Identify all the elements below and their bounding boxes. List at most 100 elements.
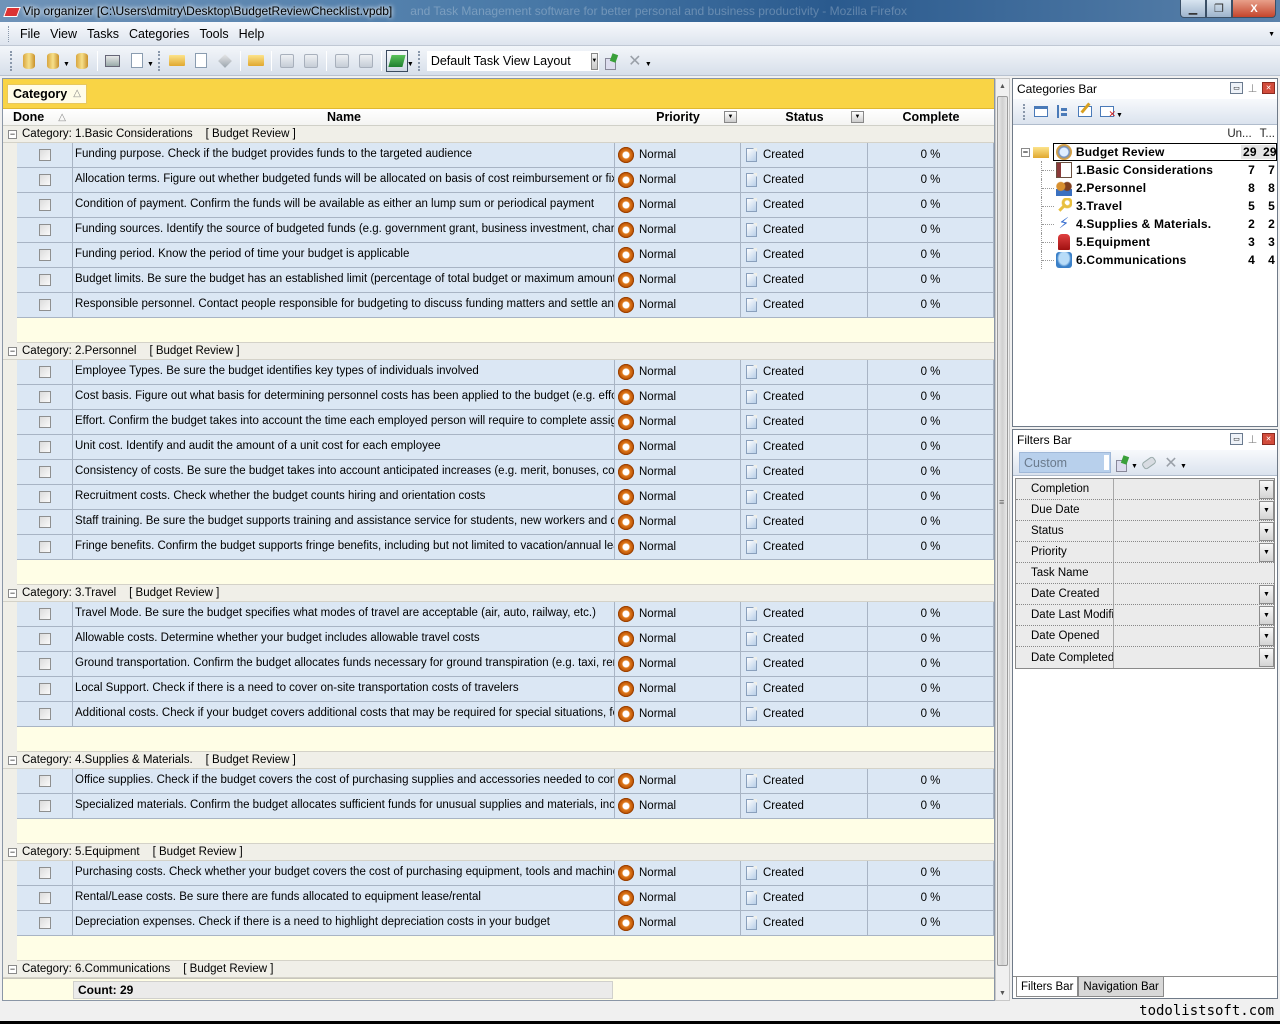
done-checkbox[interactable] bbox=[38, 249, 51, 261]
complete-cell[interactable]: 0 % bbox=[868, 460, 994, 484]
pin-icon[interactable]: ⊥ bbox=[1246, 433, 1259, 446]
edit-task-button[interactable] bbox=[190, 50, 212, 72]
filter-value-field[interactable] bbox=[1114, 647, 1274, 668]
done-checkbox[interactable] bbox=[38, 917, 51, 929]
done-checkbox[interactable] bbox=[38, 224, 51, 236]
move-bottom-button[interactable] bbox=[331, 50, 353, 72]
category-node[interactable]: 5.Equipment 3 3 bbox=[1041, 233, 1277, 251]
task-row[interactable]: Additional costs. Check if your budget c… bbox=[17, 702, 994, 727]
chevron-down-icon[interactable]: ▼ bbox=[1259, 606, 1274, 625]
priority-cell[interactable]: Normal bbox=[615, 243, 741, 267]
status-cell[interactable]: Created bbox=[741, 769, 868, 793]
task-name-cell[interactable]: Funding sources. Identify the source of … bbox=[73, 218, 615, 242]
task-name-cell[interactable]: Funding period. Know the period of time … bbox=[73, 243, 615, 267]
task-name-cell[interactable]: Specialized materials. Confirm the budge… bbox=[73, 794, 615, 818]
move-up-button[interactable] bbox=[300, 50, 322, 72]
collapse-icon[interactable]: − bbox=[8, 755, 17, 765]
done-checkbox[interactable] bbox=[38, 391, 51, 403]
complete-cell[interactable]: 0 % bbox=[868, 268, 994, 292]
status-cell[interactable]: Created bbox=[741, 485, 868, 509]
priority-cell[interactable]: Normal bbox=[615, 652, 741, 676]
collapse-icon[interactable]: − bbox=[1021, 147, 1030, 157]
priority-cell[interactable]: Normal bbox=[615, 410, 741, 434]
status-cell[interactable]: Created bbox=[741, 677, 868, 701]
complete-cell[interactable]: 0 % bbox=[868, 485, 994, 509]
show-completed-dropdown-icon[interactable]: ▼ bbox=[407, 61, 414, 68]
print-preview-button[interactable] bbox=[126, 50, 148, 72]
chevron-down-icon[interactable]: ▼ bbox=[1259, 501, 1274, 520]
complete-cell[interactable]: 0 % bbox=[868, 243, 994, 267]
float-panel-button[interactable]: ▭ bbox=[1230, 82, 1243, 94]
priority-cell[interactable]: Normal bbox=[615, 485, 741, 509]
close-panel-button[interactable]: ✕ bbox=[1262, 82, 1275, 94]
column-header-complete[interactable]: Complete bbox=[868, 109, 994, 125]
complete-cell[interactable]: 0 % bbox=[868, 861, 994, 885]
task-name-cell[interactable]: Employee Types. Be sure the budget ident… bbox=[73, 360, 615, 384]
apply-filter-dropdown-icon[interactable]: ▼ bbox=[1131, 463, 1138, 470]
close-button[interactable]: X bbox=[1232, 0, 1276, 18]
collapse-icon[interactable]: − bbox=[8, 129, 17, 139]
task-row[interactable]: Recruitment costs. Check whether the bud… bbox=[17, 485, 994, 510]
done-checkbox[interactable] bbox=[38, 149, 51, 161]
complete-cell[interactable]: 0 % bbox=[868, 168, 994, 192]
category-node[interactable]: 3.Travel 5 5 bbox=[1041, 197, 1277, 215]
priority-cell[interactable]: Normal bbox=[615, 861, 741, 885]
column-header-status[interactable]: Status ▼ bbox=[741, 109, 868, 125]
collapse-icon[interactable]: − bbox=[8, 588, 17, 598]
priority-cell[interactable]: Normal bbox=[615, 769, 741, 793]
status-cell[interactable]: Created bbox=[741, 652, 868, 676]
priority-cell[interactable]: Normal bbox=[615, 911, 741, 935]
collapse-icon[interactable]: − bbox=[8, 847, 17, 857]
edit-category-button[interactable] bbox=[1074, 102, 1096, 122]
column-header-uncompleted[interactable]: Un... bbox=[1227, 128, 1251, 140]
complete-cell[interactable]: 0 % bbox=[868, 627, 994, 651]
tab-navigation-bar[interactable]: Navigation Bar bbox=[1078, 977, 1164, 997]
category-group-row[interactable]: − Category: 2.Personnel [ Budget Review ] bbox=[3, 343, 994, 360]
print-button[interactable] bbox=[102, 50, 124, 72]
priority-cell[interactable]: Normal bbox=[615, 385, 741, 409]
task-name-cell[interactable]: Staff training. Be sure the budget suppo… bbox=[73, 510, 615, 534]
task-row[interactable]: Cost basis. Figure out what basis for de… bbox=[17, 385, 994, 410]
priority-cell[interactable]: Normal bbox=[615, 268, 741, 292]
task-name-cell[interactable]: Purchasing costs. Check whether your bud… bbox=[73, 861, 615, 885]
float-panel-button[interactable]: ▭ bbox=[1230, 433, 1243, 445]
filters-toolbar-overflow-icon[interactable]: ▼ bbox=[1180, 463, 1187, 470]
close-panel-button[interactable]: ✕ bbox=[1262, 433, 1275, 445]
complete-cell[interactable]: 0 % bbox=[868, 435, 994, 459]
category-root-selection[interactable]: Budget Review 29 29 bbox=[1052, 143, 1277, 161]
task-row[interactable]: Consistency of costs. Be sure the budget… bbox=[17, 460, 994, 485]
grid-vertical-scrollbar[interactable]: ▲ ▼ bbox=[995, 78, 1010, 1001]
delete-layout-button[interactable]: ✕ bbox=[624, 50, 646, 72]
task-row[interactable]: Unit cost. Identify and audit the amount… bbox=[17, 435, 994, 460]
complete-cell[interactable]: 0 % bbox=[868, 385, 994, 409]
status-cell[interactable]: Created bbox=[741, 268, 868, 292]
done-checkbox[interactable] bbox=[38, 708, 51, 720]
task-row[interactable]: Allowable costs. Determine whether your … bbox=[17, 627, 994, 652]
priority-cell[interactable]: Normal bbox=[615, 602, 741, 626]
clear-filter-button[interactable] bbox=[1138, 453, 1160, 473]
task-name-cell[interactable]: Rental/Lease costs. Be sure there are fu… bbox=[73, 886, 615, 910]
status-cell[interactable]: Created bbox=[741, 794, 868, 818]
done-checkbox[interactable] bbox=[38, 892, 51, 904]
task-name-cell[interactable]: Allowable costs. Determine whether your … bbox=[73, 627, 615, 651]
complete-cell[interactable]: 0 % bbox=[868, 143, 994, 167]
task-name-cell[interactable]: Travel Mode. Be sure the budget specifie… bbox=[73, 602, 615, 626]
filter-value-field[interactable] bbox=[1114, 479, 1274, 499]
task-name-cell[interactable]: Consistency of costs. Be sure the budget… bbox=[73, 460, 615, 484]
apply-filter-button[interactable] bbox=[1111, 453, 1133, 473]
status-cell[interactable]: Created bbox=[741, 627, 868, 651]
priority-cell[interactable]: Normal bbox=[615, 293, 741, 317]
column-header-priority[interactable]: Priority ▼ bbox=[615, 109, 741, 125]
complete-cell[interactable]: 0 % bbox=[868, 911, 994, 935]
priority-cell[interactable]: Normal bbox=[615, 193, 741, 217]
status-filter-button[interactable]: ▼ bbox=[851, 111, 864, 123]
toolbar-grip[interactable] bbox=[1023, 103, 1026, 120]
menu-tasks[interactable]: Tasks bbox=[82, 27, 124, 41]
chevron-down-icon[interactable]: ▼ bbox=[1259, 480, 1274, 499]
status-cell[interactable]: Created bbox=[741, 435, 868, 459]
pin-icon[interactable]: ⊥ bbox=[1246, 82, 1259, 95]
task-name-cell[interactable]: Cost basis. Figure out what basis for de… bbox=[73, 385, 615, 409]
complete-cell[interactable]: 0 % bbox=[868, 702, 994, 726]
priority-cell[interactable]: Normal bbox=[615, 435, 741, 459]
handshake-button[interactable] bbox=[245, 50, 267, 72]
